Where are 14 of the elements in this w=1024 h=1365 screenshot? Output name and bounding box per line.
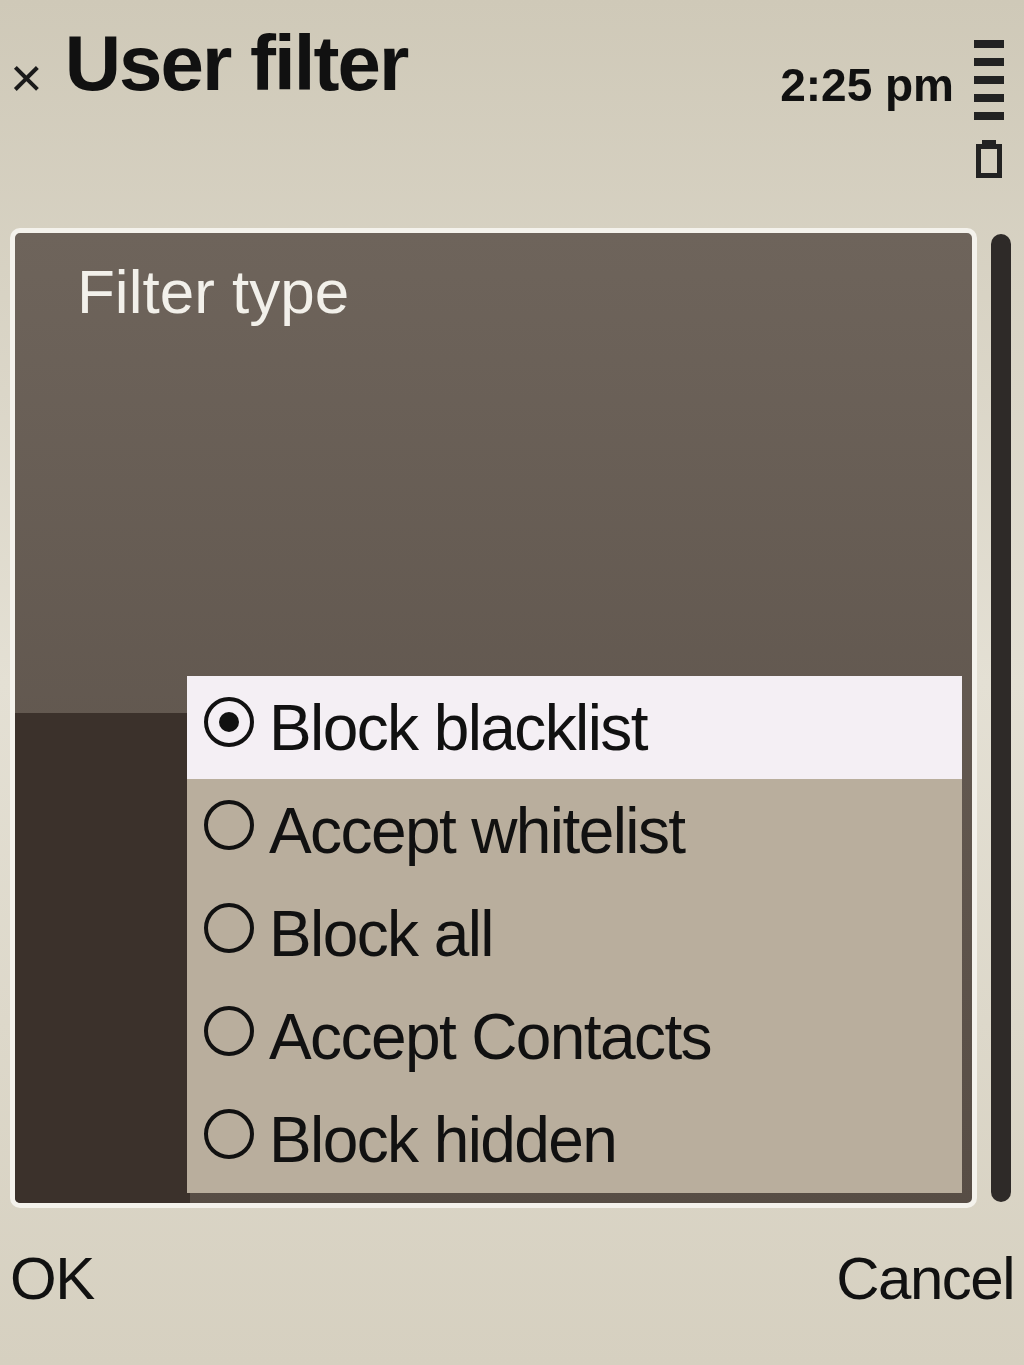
option-row[interactable]: Accept Contacts — [187, 985, 962, 1088]
option-row[interactable]: Block hidden — [187, 1088, 962, 1191]
cancel-softkey[interactable]: Cancel — [836, 1249, 1014, 1309]
battery-icon — [972, 38, 1006, 180]
window-title: User filter — [64, 24, 408, 102]
option-label: Block blacklist — [269, 695, 647, 760]
option-label: Block all — [269, 901, 493, 966]
option-row[interactable]: Accept whitelist — [187, 779, 962, 882]
close-icon[interactable]: × — [10, 50, 43, 106]
ok-softkey[interactable]: OK — [10, 1249, 94, 1309]
scrollbar[interactable] — [991, 234, 1011, 1202]
option-row[interactable]: Block all — [187, 882, 962, 985]
option-label: Block hidden — [269, 1107, 617, 1172]
option-row[interactable]: Block blacklist — [187, 676, 962, 779]
